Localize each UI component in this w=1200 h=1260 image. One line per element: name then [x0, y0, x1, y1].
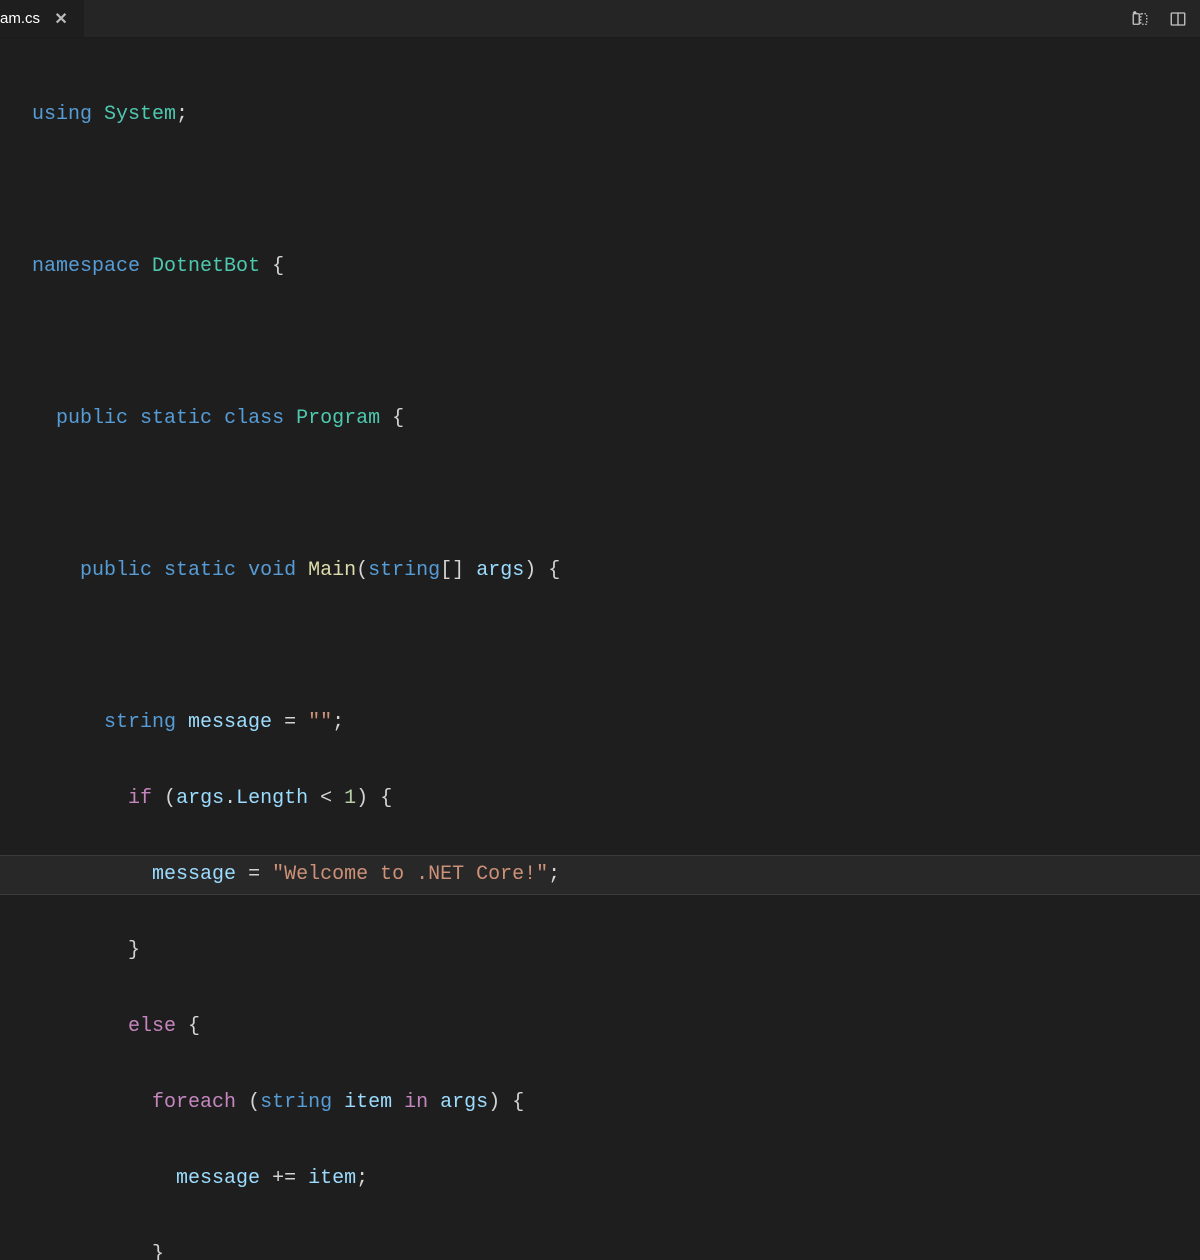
code-line: else { — [32, 1008, 1200, 1046]
code-line: } — [32, 932, 1200, 970]
code-editor[interactable]: using System; namespace DotnetBot { publ… — [0, 38, 1200, 1260]
code-line: } — [32, 1236, 1200, 1260]
diff-icon[interactable] — [1130, 9, 1150, 29]
close-icon[interactable]: ✕ — [52, 10, 70, 28]
tab-actions — [1130, 9, 1200, 29]
tab-active[interactable]: am.cs ✕ — [0, 0, 84, 37]
tab-filename: am.cs — [0, 10, 40, 27]
code-line — [32, 476, 1200, 514]
code-line — [32, 172, 1200, 210]
code-line: if (args.Length < 1) { — [32, 780, 1200, 818]
code-line: namespace DotnetBot { — [32, 248, 1200, 286]
code-line: foreach (string item in args) { — [32, 1084, 1200, 1122]
tab-bar: am.cs ✕ — [0, 0, 1200, 38]
code-line: public static class Program { — [32, 400, 1200, 438]
code-line-current: message = "Welcome to .NET Core!"; — [0, 856, 1200, 894]
code-line — [32, 324, 1200, 362]
split-editor-icon[interactable] — [1168, 9, 1188, 29]
code-line — [32, 628, 1200, 666]
code-line: message += item; — [32, 1160, 1200, 1198]
code-line: string message = ""; — [32, 704, 1200, 742]
code-line: using System; — [32, 96, 1200, 134]
code-line: public static void Main(string[] args) { — [32, 552, 1200, 590]
